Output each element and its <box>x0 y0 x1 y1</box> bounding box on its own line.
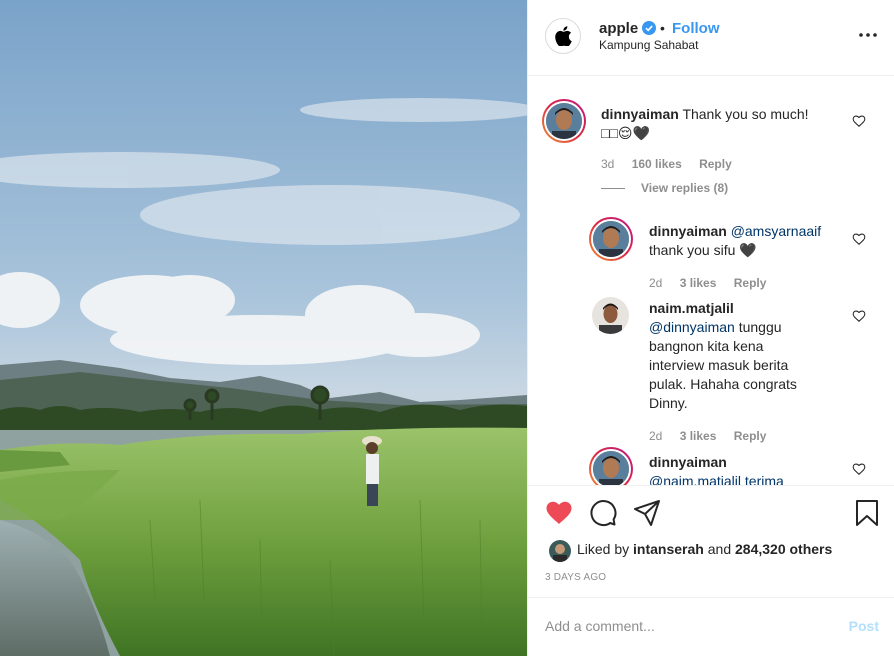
reply-mention[interactable]: @amsyarnaaif <box>731 223 821 239</box>
view-replies-button[interactable]: View replies (8) <box>601 181 728 195</box>
reply-avatar[interactable] <box>589 447 633 485</box>
reply-username[interactable]: dinnyaiman <box>649 223 727 239</box>
reply-likes[interactable]: 3 likes <box>680 429 717 443</box>
share-icon[interactable] <box>632 498 662 528</box>
reply-meta: 2d 3 likes Reply <box>649 429 780 443</box>
likes-count[interactable]: 284,320 others <box>735 541 832 557</box>
comment-body: Thank you so much! <box>682 106 809 122</box>
comment-icon[interactable] <box>588 498 618 528</box>
liked-by-avatar[interactable] <box>549 540 571 562</box>
comment-emoji: □□😌🖤 <box>601 125 650 141</box>
header-separator: • <box>660 20 665 36</box>
reply-mention[interactable]: @dinnyaiman <box>649 319 735 335</box>
liked-by-text: Liked by intanserah and 284,320 others <box>577 541 833 557</box>
replies-line <box>601 188 625 190</box>
post-location[interactable]: Kampung Sahabat <box>599 38 698 52</box>
reply-button[interactable]: Reply <box>699 157 732 171</box>
post-actions: Liked by intanserah and 284,320 others 3… <box>528 485 894 595</box>
reply-age: 2d <box>649 276 663 290</box>
reply-username[interactable]: dinnyaiman <box>649 454 727 470</box>
author-username[interactable]: apple <box>599 20 638 37</box>
reply-text: dinnyaiman @naim.matjalil terima <box>649 453 849 485</box>
reply-avatar[interactable] <box>592 297 629 334</box>
apple-logo-icon <box>555 26 572 46</box>
reply-button[interactable]: Reply <box>734 276 767 290</box>
reply-avatar[interactable] <box>589 217 633 261</box>
reply-text: naim.matjalil @dinnyaiman tunggu bangnon… <box>649 300 797 411</box>
comment-text: dinnyaiman Thank you so much! □□😌🖤 <box>601 105 831 143</box>
more-options-icon[interactable] <box>857 24 879 46</box>
author-avatar[interactable] <box>545 18 581 54</box>
comment-likes[interactable]: 160 likes <box>632 157 682 171</box>
add-comment-bar: Post <box>528 597 894 656</box>
comment-meta: 3d 160 likes Reply <box>601 157 746 171</box>
landscape-image <box>0 0 527 656</box>
reply-button[interactable]: Reply <box>734 429 767 443</box>
post-time: 3 DAYS AGO <box>545 572 607 583</box>
comment-like-heart-icon[interactable] <box>852 114 866 128</box>
post-header: apple • Follow Kampung Sahabat <box>528 0 894 76</box>
follow-button[interactable]: Follow <box>672 20 720 37</box>
post-panel: apple • Follow Kampung Sahabat dinnyaima… <box>527 0 894 656</box>
reply-age: 2d <box>649 429 663 443</box>
comment-username[interactable]: dinnyaiman <box>601 106 679 122</box>
reply-username[interactable]: naim.matjalil <box>649 300 734 316</box>
reply-like-heart-icon[interactable] <box>852 232 866 246</box>
comments-list[interactable]: dinnyaiman Thank you so much! □□😌🖤 3d 16… <box>528 77 894 485</box>
liked-by-user[interactable]: intanserah <box>633 541 704 557</box>
commenter-avatar[interactable] <box>542 99 586 143</box>
comment-input[interactable] <box>545 616 835 636</box>
reply-body: thank you sifu 🖤 <box>649 242 757 258</box>
post-photo[interactable] <box>0 0 527 656</box>
reply-like-heart-icon[interactable] <box>852 462 866 476</box>
post-button[interactable]: Post <box>849 618 879 634</box>
reply-mention[interactable]: @naim.matjalil terima <box>649 473 784 485</box>
bookmark-icon[interactable] <box>852 498 882 528</box>
reply-text: dinnyaiman @amsyarnaaif thank you sifu 🖤 <box>649 222 849 260</box>
verified-badge-icon <box>642 21 656 35</box>
reply-like-heart-icon[interactable] <box>852 309 866 323</box>
reply-likes[interactable]: 3 likes <box>680 276 717 290</box>
comment-age: 3d <box>601 157 615 171</box>
reply-meta: 2d 3 likes Reply <box>649 276 780 290</box>
heart-filled-icon[interactable] <box>544 498 574 528</box>
